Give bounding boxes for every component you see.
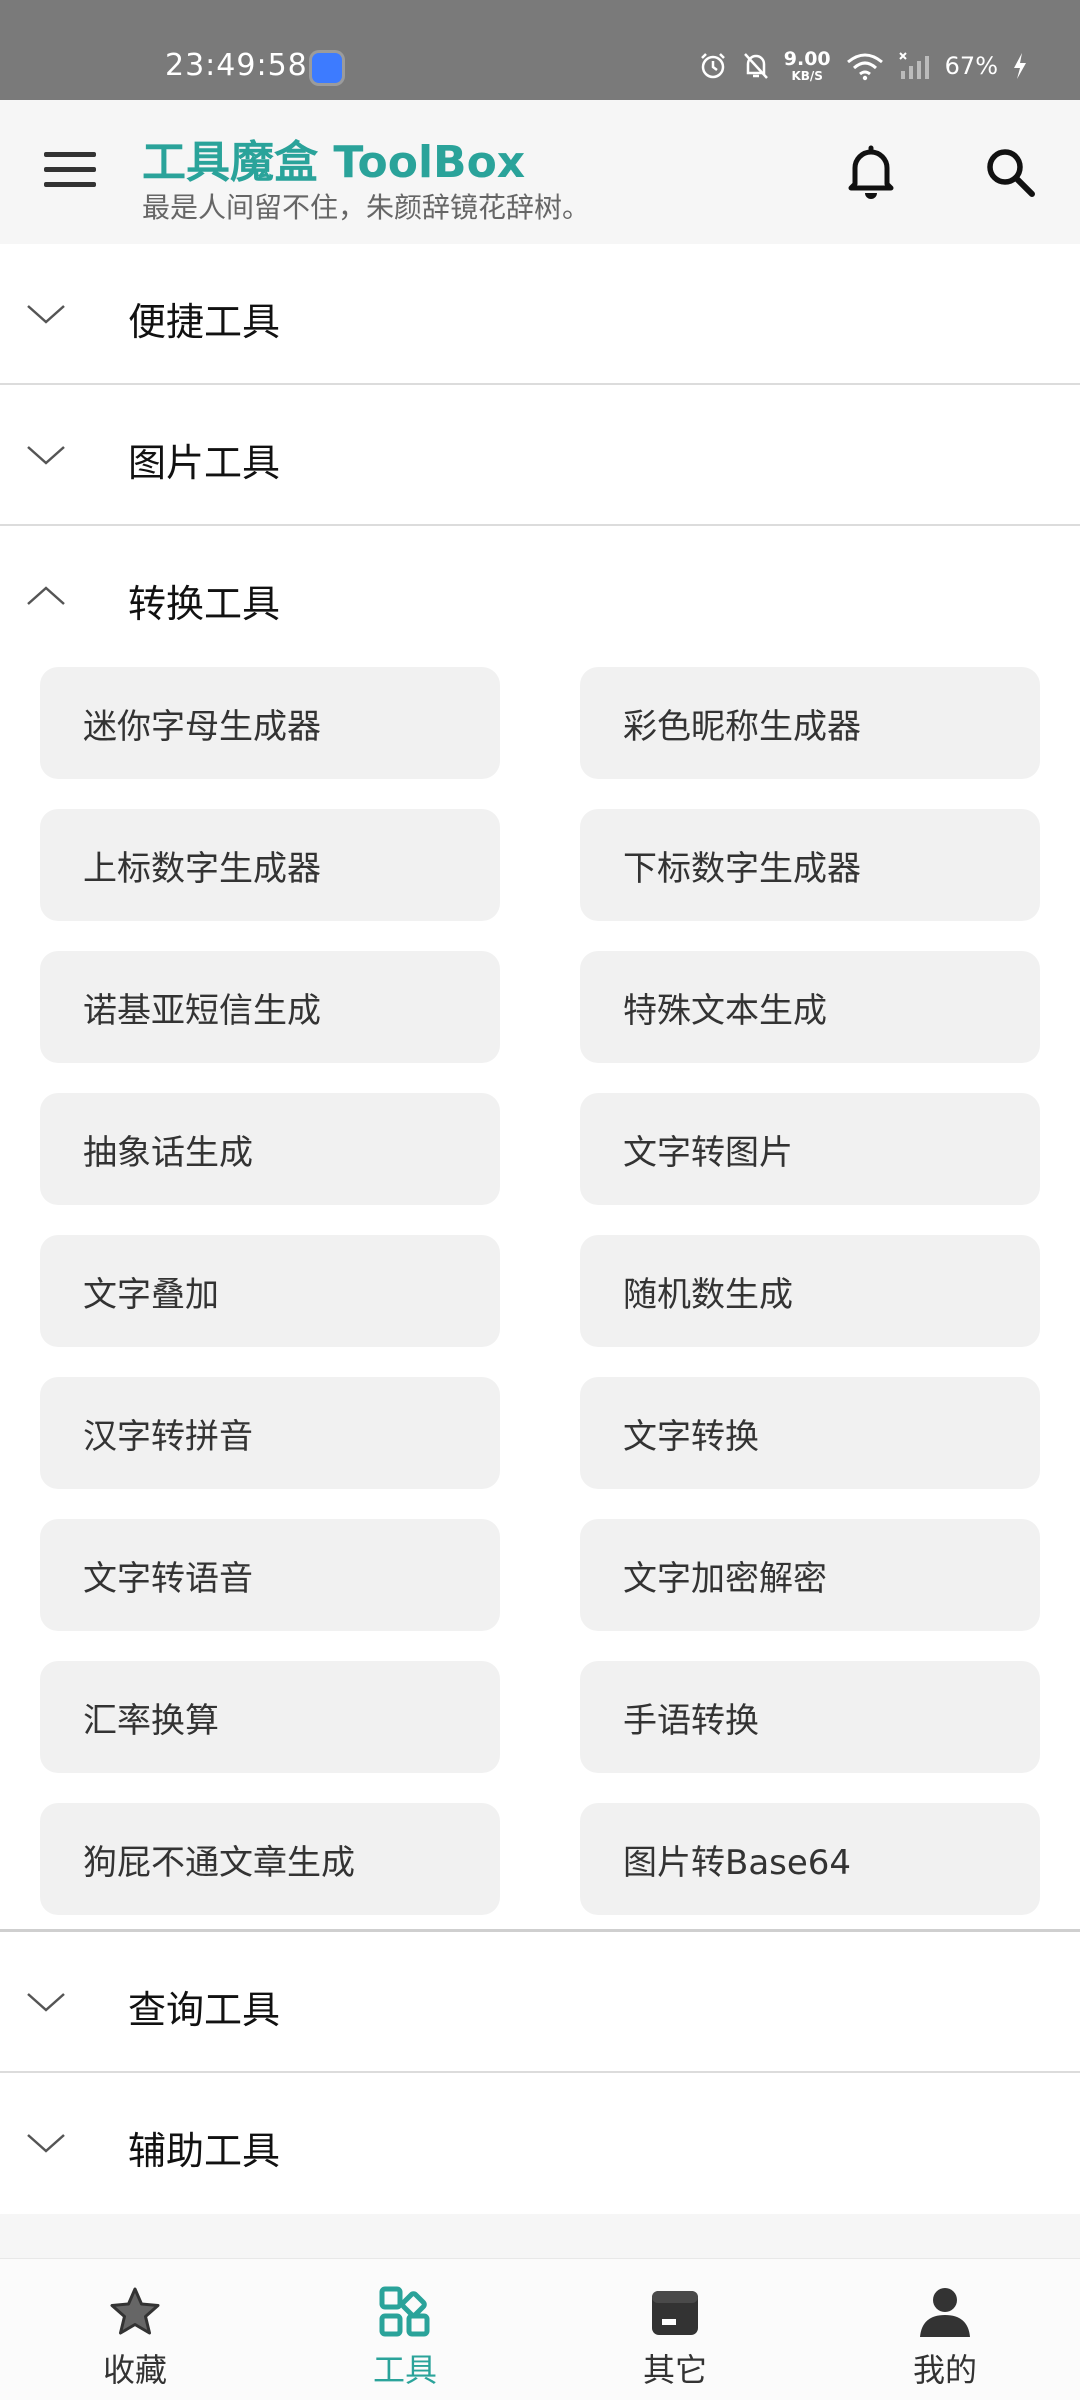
search-icon[interactable] <box>982 144 1038 200</box>
nav-mine[interactable]: 我的 <box>810 2259 1080 2400</box>
tool-color-nickname-generator[interactable]: 彩色昵称生成器 <box>580 667 1040 779</box>
grid-tools-icon <box>379 2286 430 2337</box>
section-label: 转换工具 <box>128 582 281 626</box>
app-notification-icon <box>312 53 342 83</box>
tool-mini-letter-generator[interactable]: 迷你字母生成器 <box>40 667 500 779</box>
chevron-up-icon <box>27 586 65 605</box>
mute-bell-icon <box>743 53 768 79</box>
signal-icon <box>898 52 929 79</box>
tool-random-number-generator[interactable]: 随机数生成 <box>580 1235 1040 1347</box>
box-icon <box>652 2291 698 2335</box>
app-bar: 工具魔盒 ToolBox 最是人间留不住，朱颜辞镜花辞树。 <box>0 100 1080 244</box>
nav-label: 我的 <box>912 2351 977 2389</box>
section-auxiliary-tools[interactable]: 辅助工具 <box>0 2073 1080 2214</box>
nav-label: 工具 <box>372 2351 437 2389</box>
charging-icon <box>1014 53 1026 79</box>
tool-nokia-sms-generator[interactable]: 诺基亚短信生成 <box>40 951 500 1063</box>
tool-text-to-image[interactable]: 文字转图片 <box>580 1093 1040 1205</box>
tool-text-overlay[interactable]: 文字叠加 <box>40 1235 500 1347</box>
tool-text-to-speech[interactable]: 文字转语音 <box>40 1519 500 1631</box>
app-subtitle: 最是人间留不住，朱颜辞镜花辞树。 <box>142 191 591 224</box>
tool-superscript-generator[interactable]: 上标数字生成器 <box>40 809 500 921</box>
section-image-tools[interactable]: 图片工具 <box>0 385 1080 526</box>
tool-sections: 便捷工具 图片工具 转换工具 迷你字母生成器 彩色昵称生成器 上标数字生成器 下… <box>0 244 1080 2214</box>
section-label: 查询工具 <box>128 1988 281 2032</box>
tool-sign-language[interactable]: 手语转换 <box>580 1661 1040 1773</box>
menu-icon[interactable] <box>44 152 96 188</box>
nav-label: 收藏 <box>102 2351 167 2389</box>
wifi-icon <box>846 53 883 81</box>
section-label: 图片工具 <box>128 441 281 485</box>
app-title: 工具魔盒 ToolBox <box>142 137 526 188</box>
net-speed: 9.00 KB/S <box>783 48 831 83</box>
tool-image-to-base64[interactable]: 图片转Base64 <box>580 1803 1040 1915</box>
section-conversion-tools[interactable]: 转换工具 <box>0 526 1080 667</box>
net-speed-unit: KB/S <box>791 69 823 83</box>
conversion-tools-grid: 迷你字母生成器 彩色昵称生成器 上标数字生成器 下标数字生成器 诺基亚短信生成 … <box>0 667 1080 1932</box>
battery-percent: 67% <box>944 52 998 80</box>
nav-tools[interactable]: 工具 <box>270 2259 540 2400</box>
tool-currency-converter[interactable]: 汇率换算 <box>40 1661 500 1773</box>
alarm-icon <box>700 53 725 79</box>
nav-other[interactable]: 其它 <box>540 2259 810 2400</box>
tool-text-conversion[interactable]: 文字转换 <box>580 1377 1040 1489</box>
nav-favorites[interactable]: 收藏 <box>0 2259 270 2400</box>
tool-subscript-generator[interactable]: 下标数字生成器 <box>580 809 1040 921</box>
chevron-down-icon <box>27 2134 65 2153</box>
net-speed-value: 9.00 <box>783 48 831 70</box>
section-convenience-tools[interactable]: 便捷工具 <box>0 244 1080 385</box>
bottom-nav: 收藏 工具 其它 我的 <box>0 2258 1080 2400</box>
tool-text-encrypt-decrypt[interactable]: 文字加密解密 <box>580 1519 1040 1631</box>
status-icons: 9.00 KB/S 67% <box>698 44 1028 88</box>
chevron-down-icon <box>27 446 65 465</box>
star-icon <box>110 2287 160 2335</box>
tool-abstract-speech-generator[interactable]: 抽象话生成 <box>40 1093 500 1205</box>
tool-hanzi-to-pinyin[interactable]: 汉字转拼音 <box>40 1377 500 1489</box>
chevron-down-icon <box>27 1993 65 2012</box>
bell-icon[interactable] <box>845 144 897 200</box>
section-query-tools[interactable]: 查询工具 <box>0 1932 1080 2073</box>
section-label: 辅助工具 <box>128 2129 281 2173</box>
status-time: 23:49:58 <box>165 48 308 83</box>
tool-nonsense-article-generator[interactable]: 狗屁不通文章生成 <box>40 1803 500 1915</box>
chevron-down-icon <box>27 305 65 324</box>
tool-special-text-generator[interactable]: 特殊文本生成 <box>580 951 1040 1063</box>
section-label: 便捷工具 <box>128 300 281 344</box>
status-bar: 23:49:58 9.00 KB/S 67% <box>0 0 1080 100</box>
person-icon <box>920 2288 970 2337</box>
nav-label: 其它 <box>642 2351 707 2389</box>
